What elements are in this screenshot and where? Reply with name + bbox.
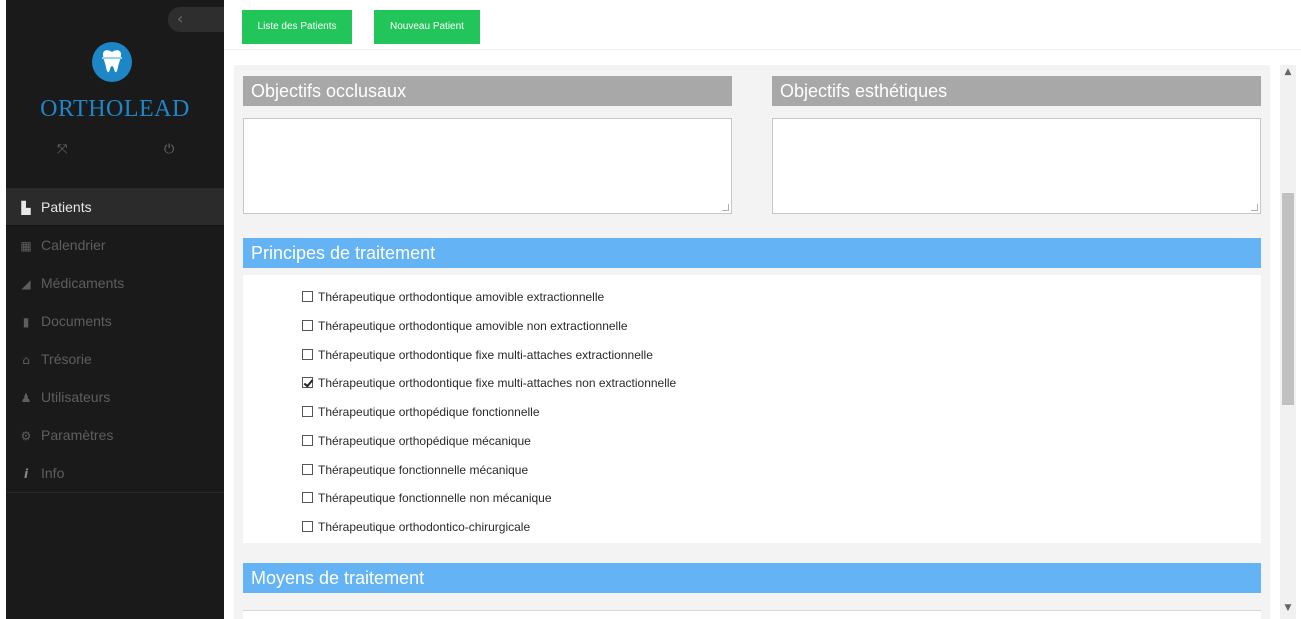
sidebar-item-label: Trésorie	[41, 351, 92, 367]
sidebar-item-patients[interactable]: ▙ Patients	[6, 188, 224, 226]
principle-option-label: Thérapeutique fonctionnelle mécanique	[318, 463, 529, 477]
sidebar-item-label: Documents	[41, 313, 112, 329]
sidebar-item-tresorie[interactable]: ⌂ Trésorie	[6, 340, 224, 378]
sidebar-item-label: Info	[41, 465, 65, 481]
checkbox[interactable]	[302, 406, 313, 417]
power-icon[interactable]: ⏻	[164, 142, 174, 157]
nav-divider	[6, 492, 224, 493]
gears-icon: ⚙	[20, 429, 32, 443]
resize-grip-icon[interactable]	[1251, 204, 1258, 211]
principle-option-label: Thérapeutique orthodontique fixe multi-a…	[318, 348, 653, 362]
brand-logo-text: ORTHOLEAD	[40, 96, 190, 122]
checkbox[interactable]	[302, 320, 313, 331]
treatment-means-box	[243, 610, 1261, 619]
principle-option-label: Thérapeutique orthodontico-chirurgicale	[318, 520, 531, 534]
info-icon: i	[23, 467, 29, 481]
sidebar-nav: ▙ Patients ▦ Calendrier ◢ Médicaments ▮ Docu…	[6, 188, 224, 492]
principle-option-label: Thérapeutique orthodontique fixe multi-a…	[318, 376, 677, 390]
checkbox[interactable]	[302, 349, 313, 360]
checkbox[interactable]	[302, 435, 313, 446]
principle-option[interactable]: Thérapeutique orthodontique fixe multi-a…	[302, 373, 676, 393]
sidebar-item-calendrier[interactable]: ▦ Calendrier	[6, 226, 224, 264]
treatment-means-title: Moyens de traitement	[243, 563, 1261, 593]
fullscreen-icon[interactable]: ⤧	[57, 142, 67, 157]
chevron-left-icon: ‹	[177, 9, 184, 28]
principle-option[interactable]: Thérapeutique fonctionnelle non mécaniqu…	[302, 488, 552, 508]
principle-option[interactable]: Thérapeutique orthopédique mécanique	[302, 431, 531, 451]
sidebar-item-parametres[interactable]: ⚙ Paramètres	[6, 416, 224, 454]
checkbox-checked[interactable]	[302, 377, 313, 388]
sidebar-item-info[interactable]: i Info	[6, 454, 224, 492]
sidebar-item-label: Médicaments	[41, 275, 125, 291]
principle-option-label: Thérapeutique orthodontique amovible non…	[318, 319, 628, 333]
pill-icon: ◢	[21, 277, 31, 291]
vertical-scrollbar[interactable]: ▲ ▼	[1280, 65, 1296, 619]
scroll-up-icon[interactable]: ▲	[1280, 65, 1296, 79]
checkbox[interactable]	[302, 291, 313, 302]
checkbox[interactable]	[302, 464, 313, 475]
sidebar-item-label: Patients	[41, 199, 92, 215]
checkbox[interactable]	[302, 521, 313, 532]
users-icon: ▙	[21, 201, 31, 215]
principle-option[interactable]: Thérapeutique orthodontique amovible non…	[302, 316, 628, 336]
scroll-down-icon[interactable]: ▼	[1280, 601, 1296, 615]
main-content: Objectifs occlusaux Objectifs esthétique…	[234, 65, 1270, 619]
sidebar-item-label: Paramètres	[41, 427, 114, 443]
principle-option-label: Thérapeutique orthopédique mécanique	[318, 434, 531, 448]
principle-option[interactable]: Thérapeutique orthodontico-chirurgicale	[302, 517, 530, 537]
sidebar-collapse-button[interactable]: ‹	[168, 7, 228, 32]
sidebar-item-label: Calendrier	[41, 237, 106, 253]
user-icon: ♟	[20, 391, 32, 405]
sidebar-item-utilisateurs[interactable]: ♟ Utilisateurs	[6, 378, 224, 416]
esthetic-objectives-textarea[interactable]	[772, 118, 1261, 214]
sidebar: ‹ ORTHOLEAD ⤧ ⏻ ▙ Patients ▦ Calendrier ◢ M…	[6, 0, 228, 619]
resize-grip-icon[interactable]	[722, 204, 729, 211]
scrollbar-thumb[interactable]	[1282, 193, 1294, 405]
bank-icon: ⌂	[22, 353, 30, 367]
patient-list-button[interactable]: Liste des Patients	[242, 10, 352, 44]
principle-option-label: Thérapeutique orthopédique fonctionnelle	[318, 405, 540, 419]
new-patient-button[interactable]: Nouveau Patient	[374, 10, 480, 44]
sidebar-item-medicaments[interactable]: ◢ Médicaments	[6, 264, 224, 302]
tooth-icon	[92, 42, 132, 82]
treatment-principles-title: Principes de traitement	[243, 238, 1261, 268]
occlusal-objectives-textarea[interactable]	[243, 118, 732, 214]
sidebar-item-label: Utilisateurs	[41, 389, 111, 405]
principle-option-label: Thérapeutique fonctionnelle non mécaniqu…	[318, 491, 552, 505]
principle-option[interactable]: Thérapeutique orthodontique fixe multi-a…	[302, 345, 653, 365]
esthetic-objectives-title: Objectifs esthétiques	[772, 76, 1261, 106]
checkbox[interactable]	[302, 492, 313, 503]
principle-option[interactable]: Thérapeutique orthodontique amovible ext…	[302, 287, 604, 307]
document-icon: ▮	[22, 315, 30, 329]
occlusal-objectives-title: Objectifs occlusaux	[243, 76, 732, 106]
treatment-principles-list: Thérapeutique orthodontique amovible ext…	[243, 275, 1261, 543]
calendar-icon: ▦	[20, 239, 32, 253]
principle-option-label: Thérapeutique orthodontique amovible ext…	[318, 290, 605, 304]
sidebar-item-documents[interactable]: ▮ Documents	[6, 302, 224, 340]
principle-option[interactable]: Thérapeutique fonctionnelle mécanique	[302, 460, 528, 480]
top-toolbar: Liste des Patients Nouveau Patient	[224, 0, 1301, 50]
principle-option[interactable]: Thérapeutique orthopédique fonctionnelle	[302, 402, 540, 422]
